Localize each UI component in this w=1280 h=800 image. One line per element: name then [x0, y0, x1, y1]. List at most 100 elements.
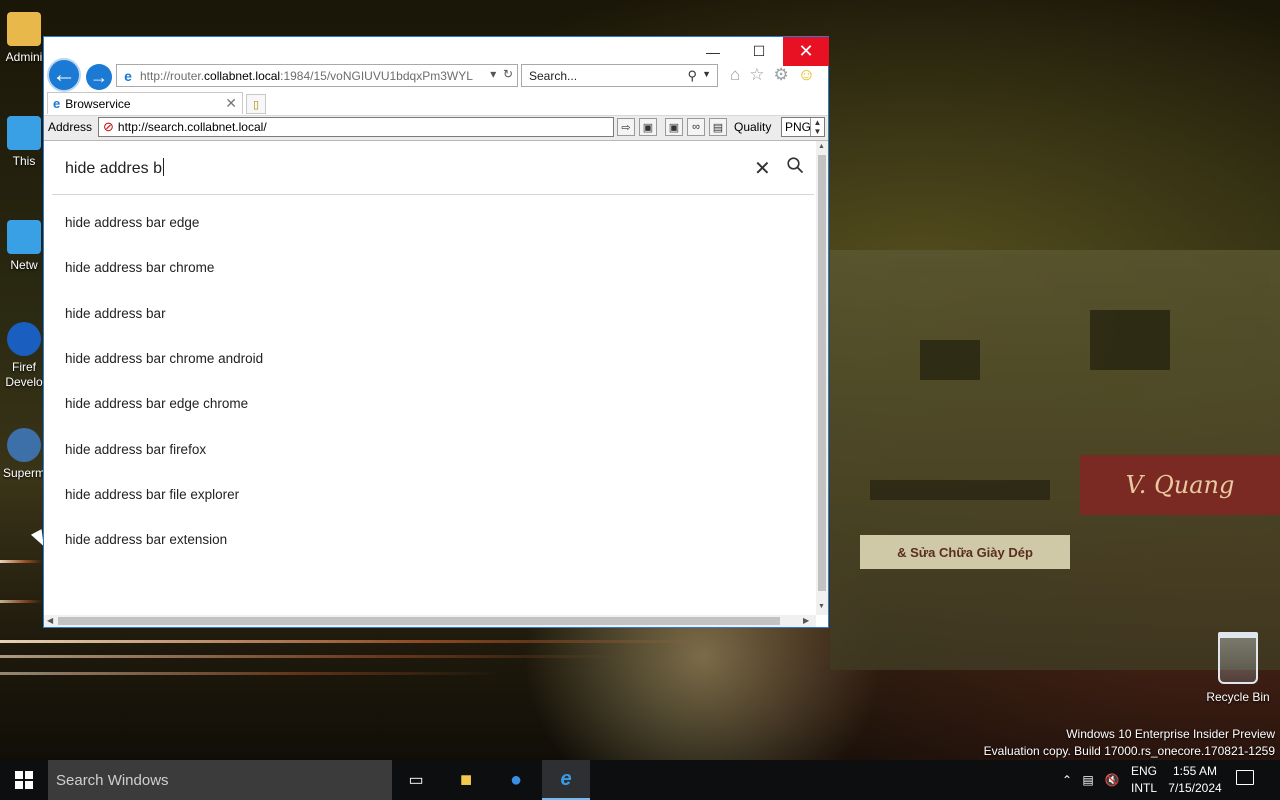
text-caret — [162, 158, 164, 176]
light-streak — [0, 655, 620, 658]
url-controls[interactable]: ▾ ↻ — [490, 67, 513, 81]
refresh-icon[interactable]: ↻ — [503, 67, 513, 81]
computer-icon — [7, 116, 41, 150]
feedback-smiley-icon[interactable]: ☺ — [798, 65, 815, 85]
new-tab-button[interactable]: ▯ — [246, 94, 266, 114]
desktop-icon-label: Firef Develo — [5, 360, 43, 389]
desktop-icon-label: This — [12, 154, 36, 168]
suggestion-item[interactable]: hide address bar — [65, 306, 166, 321]
windows-watermark: Windows 10 Enterprise Insider Preview Ev… — [984, 726, 1275, 760]
tab-browservice[interactable]: e Browservice ✕ — [47, 92, 243, 114]
notification-center-icon[interactable] — [1236, 770, 1254, 785]
search-icon[interactable]: ⚲ — [687, 68, 697, 84]
spinner-arrows-icon[interactable]: ▲ ▼ — [810, 118, 824, 136]
minimize-button[interactable]: — — [690, 37, 736, 66]
lang-line: ENG — [1130, 764, 1157, 778]
desktop-icon-firefox-dev[interactable]: Firef Develo — [0, 322, 48, 390]
desktop-icon-this-pc[interactable]: This — [0, 116, 48, 168]
scroll-right-icon[interactable]: ▶ — [803, 616, 809, 625]
url-prefix: http://router. — [140, 68, 205, 83]
binoculars-icon[interactable]: ∞ — [687, 118, 705, 136]
address-field[interactable]: ⊘ http://search.collabnet.local/ — [98, 117, 614, 137]
chevron-down-icon[interactable]: ▾ — [490, 67, 496, 81]
scroll-thumb[interactable] — [58, 617, 780, 625]
taskbar-file-explorer[interactable]: ■ — [442, 760, 490, 800]
bookmark-icon[interactable]: ▣ — [639, 118, 657, 136]
desktop-icon-label: Superm — [2, 466, 46, 480]
suggestion-item[interactable]: hide address bar chrome android — [65, 351, 263, 366]
page-content: hide addres b ✕ hide address bar edge hi… — [44, 141, 816, 615]
close-icon: ✕ — [754, 158, 771, 180]
suggestion-item[interactable]: hide address bar edge chrome — [65, 396, 248, 411]
vertical-scrollbar[interactable]: ▲ ▼ — [816, 141, 828, 615]
desktop-icon-label: Recycle Bin — [1206, 690, 1270, 704]
chevron-down-icon[interactable]: ▼ — [702, 69, 711, 79]
watermark-line: Windows 10 Enterprise Insider Preview — [1066, 727, 1275, 741]
go-arrow-icon[interactable]: ⇨ — [617, 118, 635, 136]
desktop-icon-recycle-bin[interactable]: Recycle Bin — [1200, 632, 1276, 704]
suggestion-item[interactable]: hide address bar file explorer — [65, 487, 239, 502]
horizontal-scrollbar[interactable]: ◀ ▶ — [44, 615, 816, 627]
suggestion-item[interactable]: hide address bar firefox — [65, 442, 206, 457]
close-button[interactable]: ✕ — [783, 37, 829, 66]
desktop-icon-network[interactable]: Netw — [0, 220, 48, 272]
home-icon[interactable]: ⌂ — [730, 65, 740, 85]
favorites-star-icon[interactable]: ☆ — [749, 65, 764, 85]
search-bar: hide addres b ✕ — [52, 141, 814, 195]
taskbar-internet-explorer[interactable]: e — [542, 760, 590, 800]
network-icon[interactable]: ▤ — [1076, 773, 1100, 787]
recycle-bin-icon — [1218, 632, 1258, 684]
ie-page-icon: e — [53, 96, 61, 111]
system-tray: ⌃ ▤ 🔇 — [1058, 760, 1124, 800]
folder-user-icon — [7, 12, 41, 46]
tab-close-icon[interactable]: ✕ — [225, 95, 237, 112]
scroll-thumb[interactable] — [818, 155, 826, 591]
clock-date: 7/15/2024 — [1168, 781, 1222, 795]
clock-time: 1:55 AM — [1172, 764, 1218, 778]
clear-search-button[interactable]: ✕ — [754, 156, 771, 181]
volume-muted-icon[interactable]: 🔇 — [1100, 773, 1124, 787]
desktop-icon-supermium[interactable]: Superm — [0, 428, 48, 480]
gear-icon[interactable]: ⚙ — [774, 65, 789, 85]
light-streak — [0, 600, 42, 603]
browservice-toolbar: Address ⊘ http://search.collabnet.local/… — [44, 115, 828, 141]
network-icon — [7, 220, 41, 254]
browser-search-box[interactable]: Search... ⚲ ▼ — [521, 64, 718, 87]
taskbar-firefox-developer[interactable]: ● — [492, 760, 540, 800]
suggestion-item[interactable]: hide address bar extension — [65, 532, 227, 547]
maximize-button[interactable]: ☐ — [736, 37, 782, 66]
scroll-up-icon[interactable]: ▲ — [818, 143, 825, 150]
search-query-input[interactable]: hide addres b — [65, 158, 164, 178]
taskbar-search[interactable]: Search Windows — [48, 760, 392, 800]
supermium-icon — [7, 428, 41, 462]
search-icon[interactable] — [787, 157, 803, 173]
light-streak — [0, 560, 42, 563]
tab-strip: e Browservice ✕ ▯ — [44, 91, 828, 115]
start-button[interactable] — [0, 760, 48, 800]
url-bar[interactable]: e http://router. collabnet.local:1984/15/… — [116, 64, 518, 87]
title-bar[interactable]: — ☐ ✕ ← → e http://router. collabnet.loca… — [44, 37, 829, 92]
suggestion-item[interactable]: hide address bar chrome — [65, 260, 214, 275]
browser-command-icons: ⌂ ☆ ⚙ ☺ — [730, 65, 815, 85]
search-query-text: hide addres b — [65, 160, 162, 177]
clock[interactable]: 1:55 AM 7/15/2024 — [1160, 763, 1230, 797]
back-button[interactable]: ← — [47, 58, 81, 92]
quality-format-select[interactable]: PNG ▲ ▼ — [781, 117, 825, 137]
suggestion-item[interactable]: hide address bar edge — [65, 215, 199, 230]
desktop-icon-admin[interactable]: Admini — [0, 12, 48, 64]
clipboard-icon[interactable]: ▤ — [709, 118, 727, 136]
address-label: Address — [48, 120, 93, 134]
arrow-left-icon: ← — [52, 61, 76, 88]
quality-label: Quality — [734, 120, 772, 134]
watermark-line: Evaluation copy. Build 17000.rs_onecore.… — [983, 744, 1275, 758]
chevron-up-icon[interactable]: ⌃ — [1058, 773, 1076, 787]
scroll-down-icon[interactable]: ▼ — [818, 603, 825, 610]
input-language[interactable]: ENG INTL — [1128, 763, 1160, 797]
ie-page-icon: e — [124, 67, 132, 84]
find-icon[interactable]: ▣ — [665, 118, 683, 136]
browser-window: — ☐ ✕ ← → e http://router. collabnet.loca… — [43, 36, 829, 628]
scroll-left-icon[interactable]: ◀ — [47, 616, 53, 625]
toolbar-buttons: ⇨ ▣ ▣ ∞ ▤ — [617, 118, 727, 136]
forward-button[interactable]: → — [86, 64, 112, 90]
task-view-button[interactable]: ▭ — [392, 760, 440, 800]
